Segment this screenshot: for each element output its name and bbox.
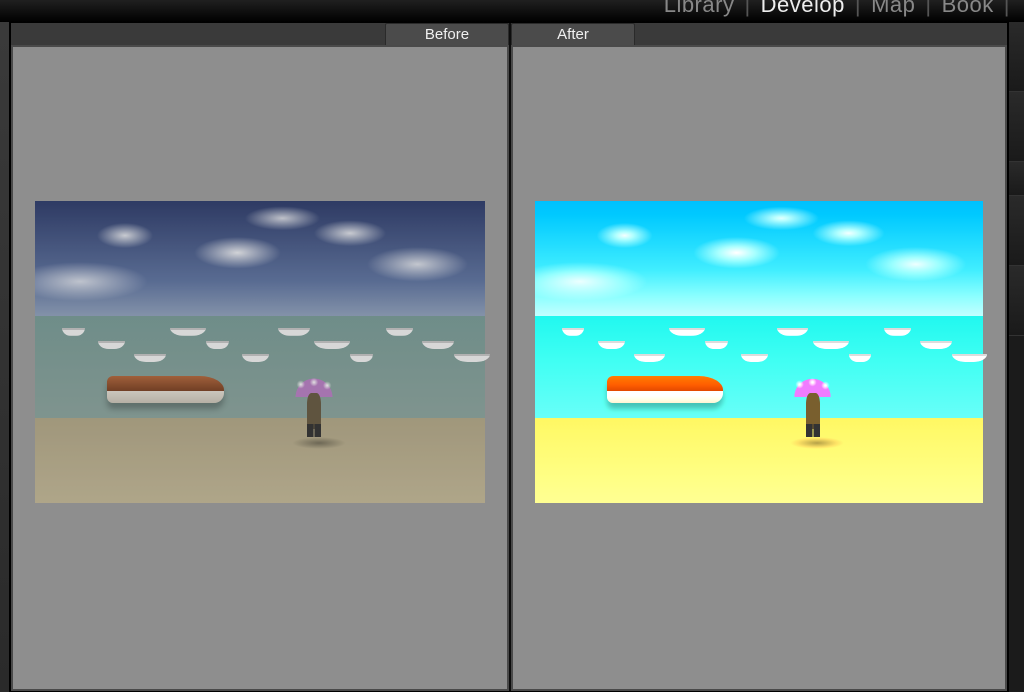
- clouds-icon: [35, 201, 485, 316]
- distant-boat-icon: [98, 341, 125, 349]
- distant-boat-icon: [278, 328, 310, 336]
- distant-boat-icon: [884, 328, 911, 336]
- distant-boat-icon: [314, 341, 350, 349]
- right-panel-segment[interactable]: [1009, 196, 1024, 266]
- distant-boat-icon: [350, 354, 373, 362]
- nav-separator: |: [1004, 0, 1010, 18]
- module-book[interactable]: Book: [942, 0, 994, 18]
- distant-boat-icon: [705, 341, 727, 349]
- sky: [535, 201, 983, 316]
- big-boat-icon: [607, 376, 723, 403]
- boats-row: [35, 322, 485, 382]
- clouds-icon: [535, 201, 983, 316]
- distant-boat-icon: [741, 354, 768, 362]
- scene: [535, 201, 983, 503]
- right-panel-segment[interactable]: [1009, 22, 1024, 92]
- distant-boat-icon: [849, 354, 871, 362]
- compare-view: Before: [10, 22, 1008, 692]
- after-pane: After: [509, 23, 1007, 691]
- before-photo: [35, 201, 485, 503]
- distant-boat-icon: [813, 341, 849, 349]
- before-pane: Before: [11, 23, 509, 691]
- after-canvas[interactable]: [513, 47, 1005, 689]
- nav-separator: |: [855, 0, 861, 18]
- distant-boat-icon: [242, 354, 269, 362]
- after-photo: [535, 201, 983, 503]
- right-panel-segment[interactable]: [1009, 162, 1024, 196]
- distant-boat-icon: [454, 354, 490, 362]
- before-label: Before: [385, 23, 509, 45]
- distant-boat-icon: [386, 328, 413, 336]
- module-library[interactable]: Library: [664, 0, 735, 18]
- person-shadow: [292, 437, 346, 449]
- sky: [35, 201, 485, 316]
- module-develop[interactable]: Develop: [761, 0, 845, 18]
- before-canvas[interactable]: [13, 47, 507, 689]
- sand: [35, 418, 485, 503]
- nav-separator: |: [744, 0, 750, 18]
- person-legs: [806, 424, 820, 436]
- person-legs: [307, 424, 321, 436]
- distant-boat-icon: [62, 328, 85, 336]
- distant-boat-icon: [134, 354, 166, 362]
- right-panel-segment[interactable]: [1009, 266, 1024, 336]
- boats-row: [535, 322, 983, 382]
- distant-boat-icon: [598, 341, 625, 349]
- module-nav: Library | Develop | Map | Book |: [0, 0, 1024, 22]
- distant-boat-icon: [669, 328, 705, 336]
- nav-separator: |: [925, 0, 931, 18]
- right-panel-collapsed[interactable]: [1008, 22, 1024, 692]
- after-header: After: [511, 23, 1007, 45]
- distant-boat-icon: [422, 341, 454, 349]
- person-icon: [795, 376, 831, 436]
- left-panel-collapsed[interactable]: [0, 22, 10, 692]
- distant-boat-icon: [634, 354, 665, 362]
- before-header: Before: [11, 23, 509, 45]
- sand: [535, 418, 983, 503]
- right-panel-segment[interactable]: [1009, 92, 1024, 162]
- person-shadow: [790, 437, 844, 449]
- distant-boat-icon: [206, 341, 229, 349]
- distant-boat-icon: [777, 328, 808, 336]
- scene: [35, 201, 485, 503]
- after-label: After: [511, 23, 635, 45]
- distant-boat-icon: [920, 341, 951, 349]
- person-icon: [296, 376, 332, 436]
- distant-boat-icon: [952, 354, 988, 362]
- big-boat-icon: [107, 376, 224, 403]
- distant-boat-icon: [170, 328, 206, 336]
- module-map[interactable]: Map: [871, 0, 915, 18]
- distant-boat-icon: [562, 328, 584, 336]
